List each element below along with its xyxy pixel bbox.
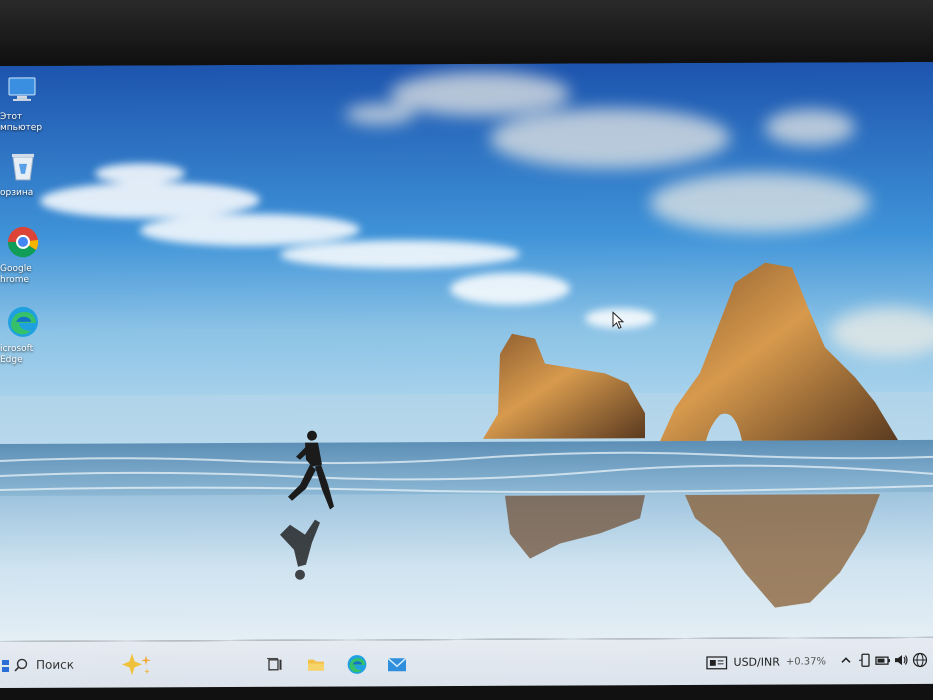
mail-button[interactable] [384,640,410,687]
chevron-up-icon[interactable] [838,652,854,668]
desktop-screen: Этот мпьютер орзина Google hrome icrosof… [0,61,933,688]
edge-icon [347,654,367,674]
wallpaper-image [0,61,933,641]
widget-label: USD/INR [733,655,780,669]
taskbar-search[interactable]: Поиск [14,648,189,681]
globe-icon[interactable] [912,652,928,668]
volume-icon[interactable] [893,652,909,668]
start-button[interactable] [0,642,12,688]
mail-icon [387,657,407,671]
search-icon [14,658,28,672]
chart-widget-icon [706,655,728,669]
desktop-icon-label: орзина [0,187,34,198]
task-view-icon [267,657,282,670]
file-explorer-icon [308,659,324,671]
task-view-button[interactable] [262,641,288,688]
desktop-icon-label: icrosoft Edge [0,343,34,365]
edge-icon [8,306,38,337]
desktop-icon-microsoft-edge[interactable]: icrosoft Edge [0,306,46,366]
taskbar: Поиск USD/INR +0.37% [0,636,933,688]
copilot-icon[interactable] [120,651,154,677]
edge-taskbar-button[interactable] [344,640,370,687]
phone-link-icon[interactable] [857,652,873,668]
currency-widget[interactable]: USD/INR +0.37% [706,638,826,686]
desktop-icon-this-pc[interactable]: Этот мпьютер [0,74,46,134]
desktop-icon-recycle-bin[interactable]: орзина [0,150,46,199]
mouse-pointer-icon [612,311,625,329]
widget-change: +0.37% [785,656,826,668]
search-placeholder: Поиск [36,657,75,672]
desktop-icon-google-chrome[interactable]: Google hrome [0,226,46,286]
computer-icon [8,77,36,101]
desktop-icon-label: Google hrome [0,263,32,285]
file-explorer-button[interactable] [303,641,329,688]
chrome-icon [7,226,39,258]
recycle-bin-icon [12,153,34,181]
battery-icon[interactable] [875,652,891,668]
windows-logo-icon [2,659,9,672]
desktop-icon-label: Этот мпьютер [0,111,43,133]
